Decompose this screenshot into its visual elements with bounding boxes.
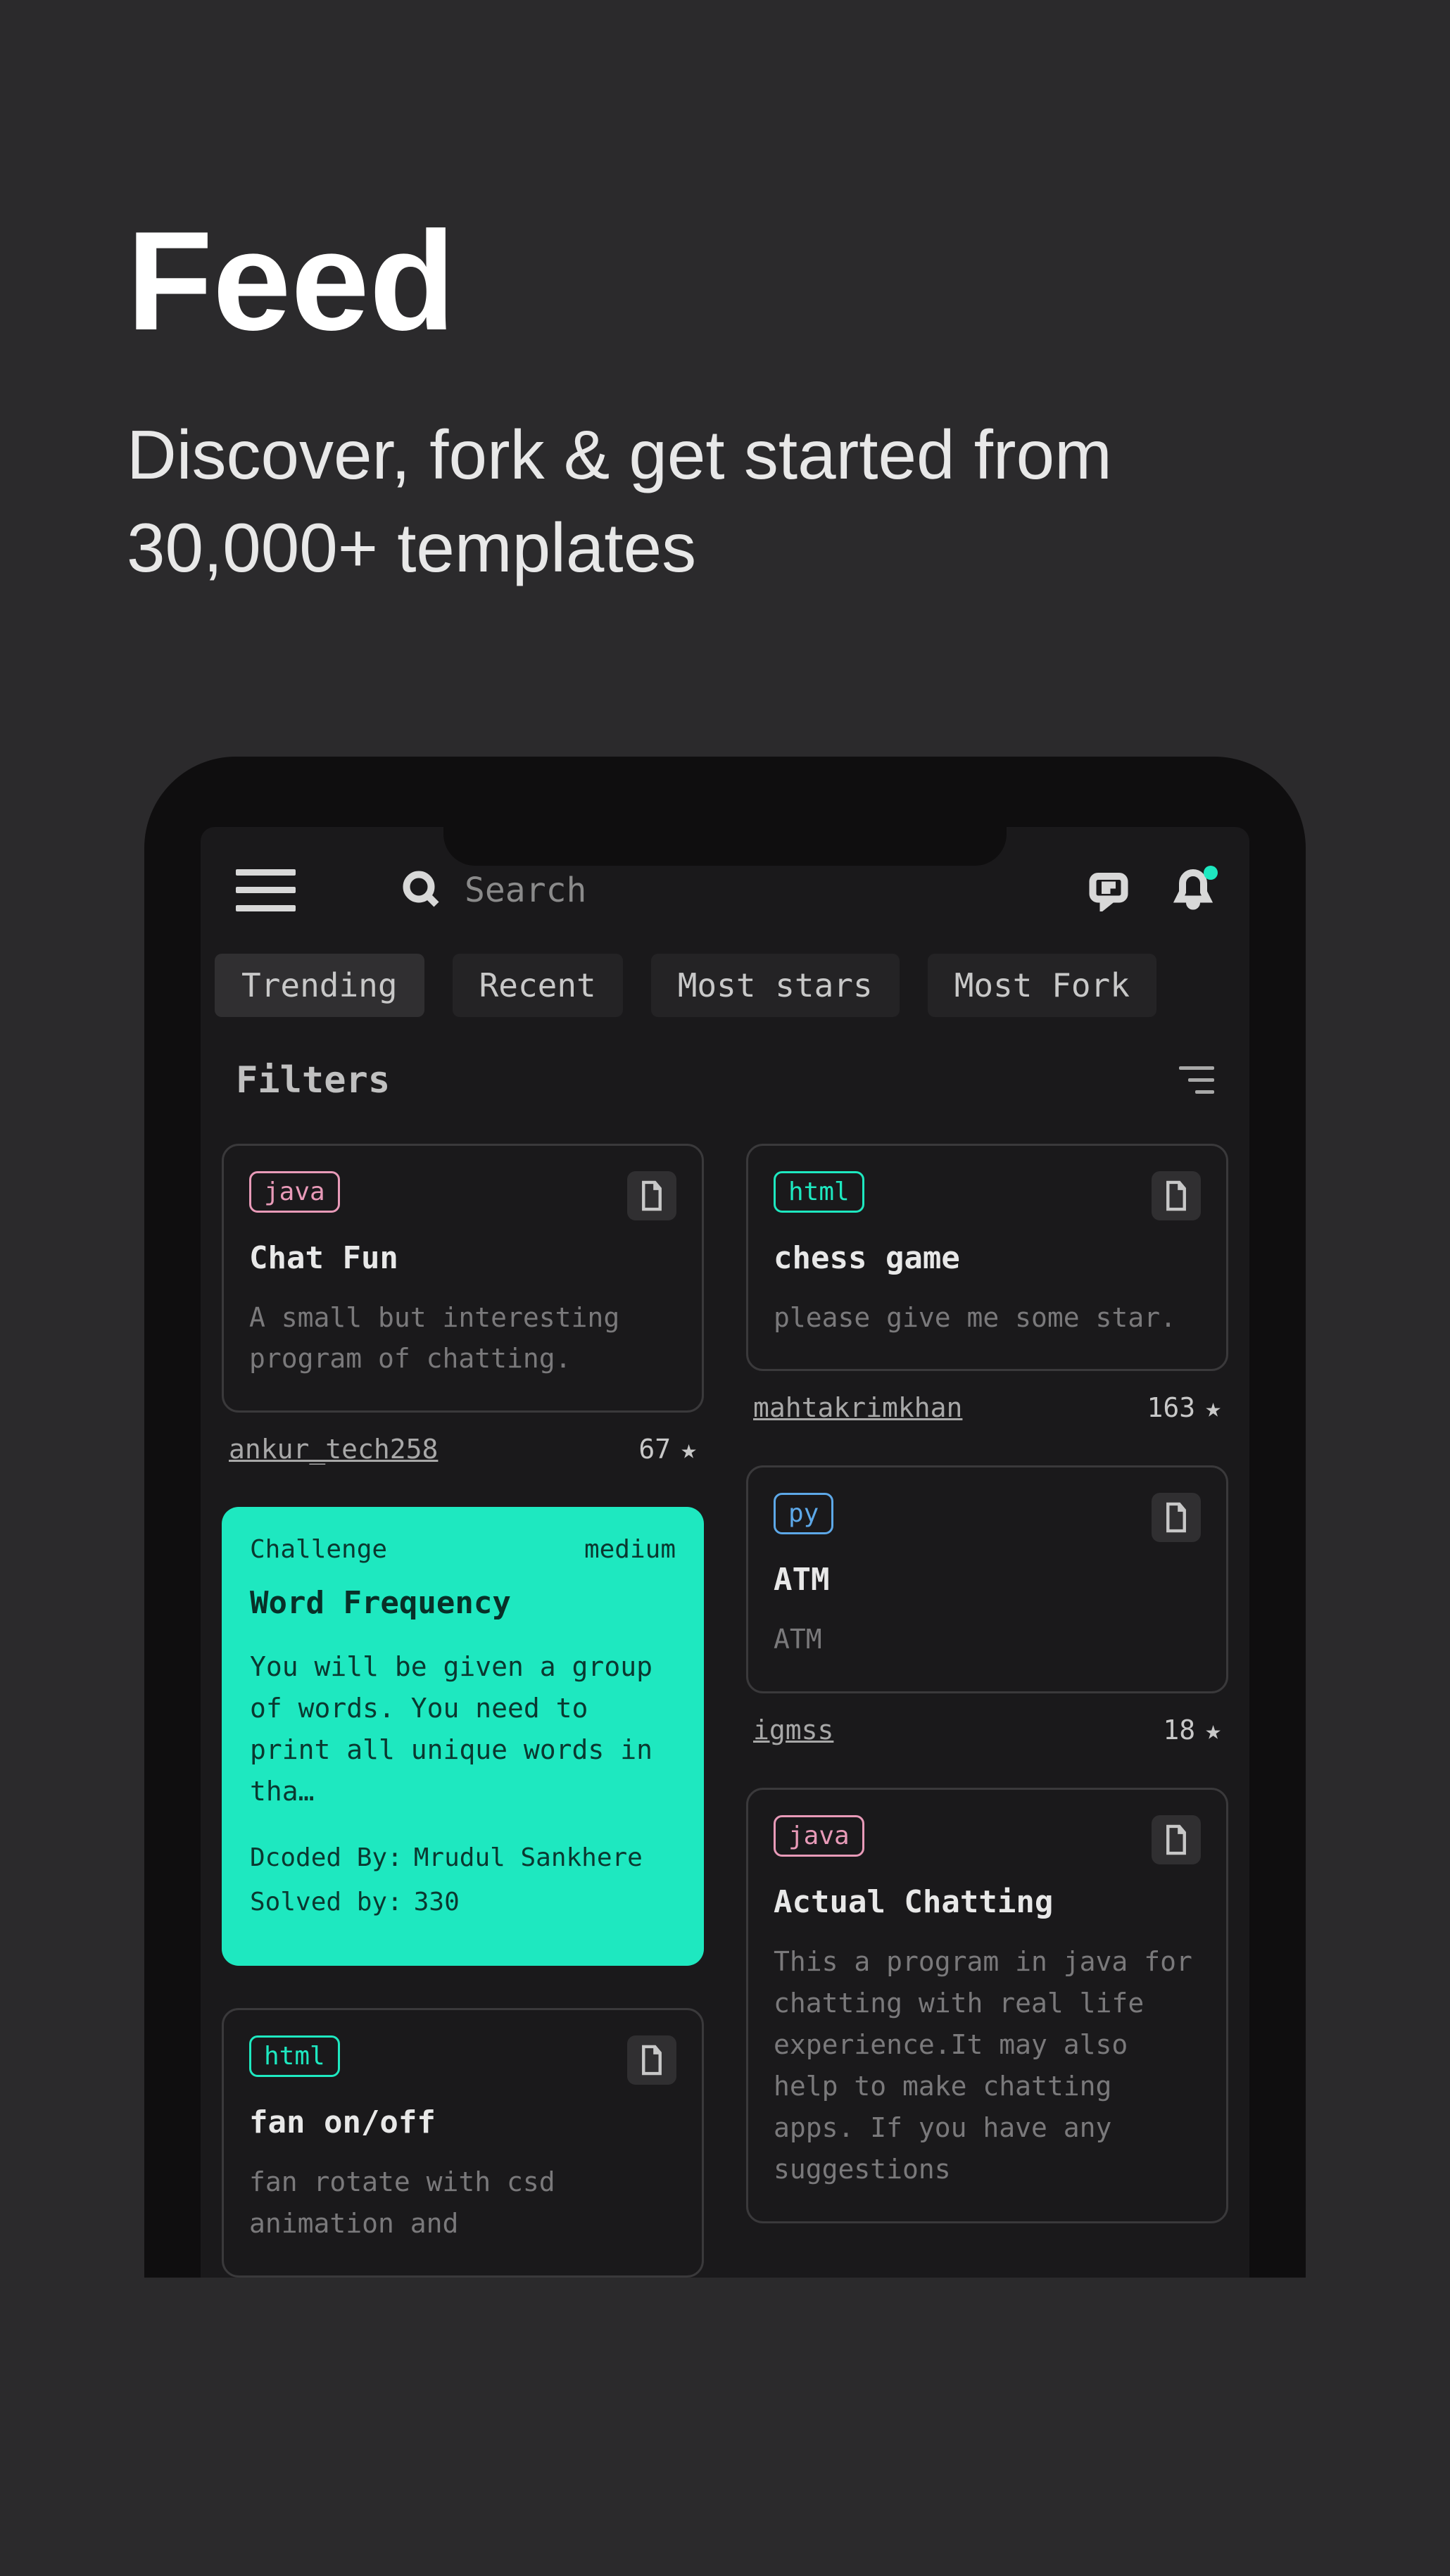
card-desc: fan rotate with csd animation and xyxy=(249,2161,676,2244)
card-title: fan on/off xyxy=(249,2104,676,2140)
star-count: 18 ★ xyxy=(1163,1715,1221,1745)
phone-frame: Trending Recent Most stars Most Fork Fil… xyxy=(144,757,1306,2278)
notification-dot xyxy=(1204,866,1218,880)
challenge-solved-by: Solved by:330 xyxy=(250,1888,676,1917)
card-desc: please give me some star. xyxy=(774,1297,1201,1339)
tab-trending[interactable]: Trending xyxy=(215,954,424,1017)
file-icon[interactable] xyxy=(627,1171,676,1220)
phone-notch xyxy=(443,827,1007,866)
challenge-desc: You will be given a group of words. You … xyxy=(250,1646,676,1812)
filters-icon[interactable] xyxy=(1179,1063,1214,1098)
star-icon: ★ xyxy=(1205,1392,1221,1423)
tab-most-fork[interactable]: Most Fork xyxy=(928,954,1156,1017)
chat-icon[interactable] xyxy=(1088,869,1130,911)
file-icon[interactable] xyxy=(1152,1171,1201,1220)
filters-label: Filters xyxy=(236,1059,390,1101)
author-link[interactable]: igmss xyxy=(753,1715,833,1745)
tab-recent[interactable]: Recent xyxy=(453,954,623,1017)
card-title: Actual Chatting xyxy=(774,1884,1201,1920)
challenge-title: Word Frequency xyxy=(250,1585,676,1621)
author-link[interactable]: mahtakrimkhan xyxy=(753,1392,962,1423)
card-desc: ATM xyxy=(774,1619,1201,1660)
card-desc: A small but interesting program of chatt… xyxy=(249,1297,676,1380)
card-chat-fun[interactable]: java Chat Fun A small but interesting pr… xyxy=(222,1144,704,1413)
star-icon: ★ xyxy=(681,1434,697,1465)
card-desc: This a program in java for chatting with… xyxy=(774,1941,1201,2190)
challenge-difficulty: medium xyxy=(584,1535,676,1564)
tab-most-stars[interactable]: Most stars xyxy=(651,954,900,1017)
lang-tag-py: py xyxy=(774,1493,833,1534)
lang-tag-java: java xyxy=(774,1815,864,1857)
star-icon: ★ xyxy=(1205,1715,1221,1745)
card-title: chess game xyxy=(774,1240,1201,1276)
card-fan[interactable]: html fan on/off fan rotate with csd anim… xyxy=(222,2008,704,2278)
card-actual-chatting[interactable]: java Actual Chatting This a program in j… xyxy=(746,1788,1228,2223)
star-count: 163 ★ xyxy=(1147,1392,1221,1423)
star-count: 67 ★ xyxy=(638,1434,697,1465)
challenge-card[interactable]: Challenge medium Word Frequency You will… xyxy=(222,1507,704,1966)
search-icon[interactable] xyxy=(401,869,443,911)
card-title: Chat Fun xyxy=(249,1240,676,1276)
menu-icon[interactable] xyxy=(236,869,296,911)
promo-title: Feed xyxy=(127,211,1323,352)
challenge-decoded-by: Dcoded By:Mrudul Sankhere xyxy=(250,1843,676,1872)
search-input[interactable] xyxy=(465,871,1059,910)
card-title: ATM xyxy=(774,1562,1201,1598)
challenge-badge: Challenge xyxy=(250,1535,387,1564)
promo-subtitle: Discover, fork & get started from 30,000… xyxy=(127,408,1323,595)
file-icon[interactable] xyxy=(1152,1493,1201,1542)
card-chess[interactable]: html chess game please give me some star… xyxy=(746,1144,1228,1372)
file-icon[interactable] xyxy=(627,2035,676,2085)
author-link[interactable]: ankur_tech258 xyxy=(229,1434,438,1465)
lang-tag-html: html xyxy=(249,2035,340,2077)
card-atm[interactable]: py ATM ATM xyxy=(746,1465,1228,1693)
file-icon[interactable] xyxy=(1152,1815,1201,1864)
lang-tag-html: html xyxy=(774,1171,864,1213)
lang-tag-java: java xyxy=(249,1171,340,1213)
